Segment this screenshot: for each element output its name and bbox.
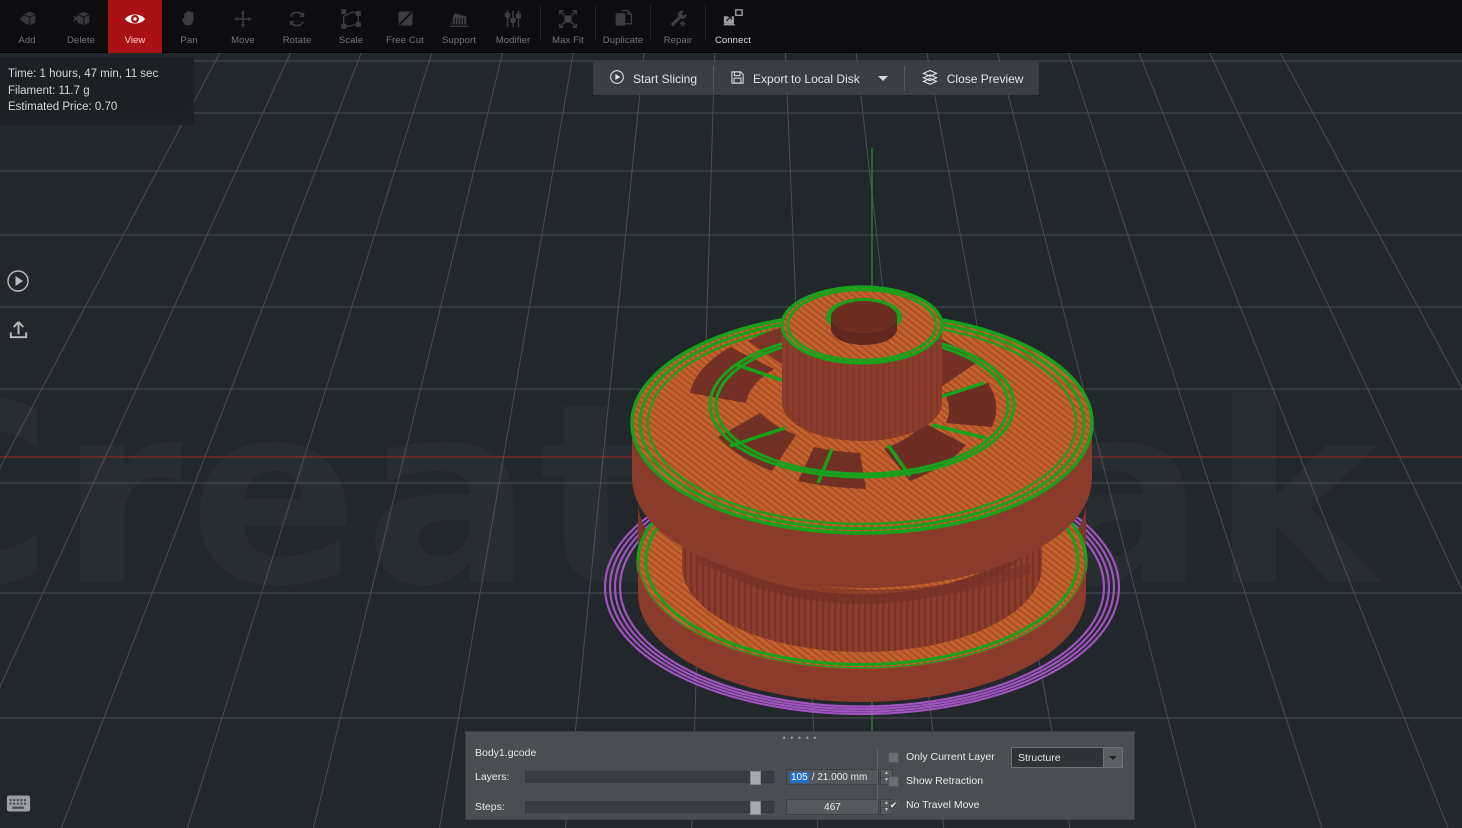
- panel-vertical-divider: [877, 748, 878, 810]
- tool-modifier-label: Modifier: [495, 35, 531, 46]
- eye-icon: [120, 5, 150, 32]
- tool-move[interactable]: Move: [216, 0, 270, 53]
- show-retraction-checkbox[interactable]: [888, 775, 899, 787]
- add-cube-icon: [12, 5, 42, 32]
- tool-move-label: Move: [231, 35, 255, 46]
- tool-view-label: View: [124, 35, 146, 46]
- tool-repair[interactable]: Repair: [651, 0, 705, 53]
- tool-duplicate-label: Duplicate: [602, 35, 644, 46]
- main-toolbar: Add Delete View Pan Move Rotate Scale Fr…: [0, 0, 1462, 53]
- layers-value-field[interactable]: 105 / 21.000 mm: [786, 769, 879, 785]
- only-current-layer-checkbox[interactable]: [888, 751, 899, 763]
- steps-slider[interactable]: [525, 801, 774, 815]
- tool-scale-label: Scale: [338, 35, 364, 46]
- filament-usage: Filament: 11.7 g: [8, 84, 90, 97]
- tool-max-fit-label: Max Fit: [552, 35, 584, 46]
- steps-slider-thumb[interactable]: [749, 801, 761, 815]
- tool-connect[interactable]: Connect: [706, 0, 760, 53]
- tool-pan-label: Pan: [180, 35, 198, 46]
- steps-current-value: 467: [824, 801, 841, 813]
- tool-support-label: Support: [442, 35, 476, 46]
- layers-slider-thumb[interactable]: [749, 771, 761, 785]
- tool-duplicate[interactable]: Duplicate: [596, 0, 650, 53]
- tool-max-fit[interactable]: Max Fit: [541, 0, 595, 53]
- play-animation-button[interactable]: [5, 268, 31, 294]
- only-current-layer-label: Only Current Layer: [906, 751, 995, 763]
- start-slicing-label: Start Slicing: [633, 71, 698, 86]
- panel-drag-grip[interactable]: • • • • •: [783, 734, 818, 743]
- layers-stack-icon: [921, 69, 939, 88]
- tool-rotate[interactable]: Rotate: [270, 0, 324, 53]
- option-only-current-layer[interactable]: Only Current Layer: [888, 751, 995, 763]
- preview-options-group: Only Current Layer Show Retraction ✔ No …: [888, 751, 995, 823]
- center-bore: [826, 298, 902, 345]
- chevron-down-icon[interactable]: [877, 76, 888, 81]
- option-no-travel-move[interactable]: ✔ No Travel Move: [888, 799, 995, 811]
- tool-scale[interactable]: Scale: [324, 0, 378, 53]
- tool-add-label: Add: [18, 35, 36, 46]
- print-time: Time: 1 hours, 47 min, 11 sec: [8, 68, 159, 80]
- delete-cube-icon: [66, 5, 96, 32]
- duplicate-icon: [608, 5, 638, 32]
- rotate-icon: [282, 5, 312, 32]
- tool-add[interactable]: Add: [0, 0, 54, 53]
- option-show-retraction[interactable]: Show Retraction: [888, 775, 995, 787]
- repair-wrench-icon: [663, 5, 693, 32]
- keyboard-shortcuts-button[interactable]: [5, 793, 31, 813]
- tool-repair-label: Repair: [663, 35, 693, 46]
- viewport-left-tools: [5, 268, 31, 364]
- no-travel-move-checkbox[interactable]: ✔: [888, 799, 899, 811]
- tool-free-cut-label: Free Cut: [386, 35, 424, 46]
- save-floppy-icon: [730, 70, 745, 88]
- gcode-preview-panel: • • • • • Body1.gcode Layers: 105 / 21.0…: [465, 731, 1135, 820]
- layers-slider[interactable]: [525, 771, 774, 785]
- tool-support[interactable]: Support: [432, 0, 486, 53]
- tool-delete[interactable]: Delete: [54, 0, 108, 53]
- no-travel-move-label: No Travel Move: [906, 799, 980, 811]
- layers-row: Layers: 105 / 21.000 mm ▲ ▼: [475, 769, 893, 785]
- view-mode-selected: Structure: [1018, 751, 1061, 764]
- gcode-file-name: Body1.gcode: [475, 747, 537, 759]
- export-local-disk-button[interactable]: Export to Local Disk: [714, 62, 904, 95]
- tool-view[interactable]: View: [108, 0, 162, 53]
- export-label: Export to Local Disk: [753, 71, 860, 86]
- view-mode-dropdown[interactable]: Structure: [1011, 747, 1123, 768]
- print-info-overlay: Time: 1 hours, 47 min, 11 sec Filament: …: [0, 58, 194, 125]
- viewport-canvas: [0, 53, 1462, 828]
- support-icon: [444, 5, 474, 32]
- max-fit-icon: [553, 5, 583, 32]
- tool-modifier[interactable]: Modifier: [486, 0, 540, 53]
- slicing-action-bar: Start Slicing Export to Local Disk Close…: [593, 62, 1040, 95]
- slicer-app: Add Delete View Pan Move Rotate Scale Fr…: [0, 0, 1462, 828]
- hand-icon: [174, 5, 204, 32]
- move-arrows-icon: [228, 5, 258, 32]
- layers-label: Layers:: [475, 771, 510, 783]
- play-circle-icon: [609, 69, 625, 88]
- tool-free-cut[interactable]: Free Cut: [378, 0, 432, 53]
- tool-pan[interactable]: Pan: [162, 0, 216, 53]
- close-preview-label: Close Preview: [946, 71, 1024, 86]
- modifier-icon: [498, 5, 528, 32]
- tool-connect-label: Connect: [714, 35, 752, 46]
- tool-rotate-label: Rotate: [282, 35, 312, 46]
- close-preview-button[interactable]: Close Preview: [905, 62, 1040, 95]
- gcode-model: [603, 285, 1121, 716]
- tool-delete-label: Delete: [66, 35, 96, 46]
- layers-current-value: 105: [790, 771, 809, 783]
- steps-label: Steps:: [475, 801, 505, 813]
- free-cut-icon: [390, 5, 420, 32]
- steps-row: Steps: 467 ▲ ▼: [475, 799, 893, 815]
- layers-total-suffix: / 21.000 mm: [811, 771, 868, 783]
- estimated-price: Estimated Price: 0.70: [8, 101, 118, 113]
- connect-icon: [718, 5, 748, 32]
- view-mode-chevron-down-icon[interactable]: [1103, 748, 1122, 767]
- start-slicing-button[interactable]: Start Slicing: [593, 62, 713, 95]
- 3d-viewport[interactable]: CreatBeak: [0, 53, 1462, 828]
- upload-button[interactable]: [5, 316, 31, 342]
- show-retraction-label: Show Retraction: [906, 775, 984, 787]
- steps-value-field[interactable]: 467: [786, 799, 879, 815]
- scale-icon: [336, 5, 366, 32]
